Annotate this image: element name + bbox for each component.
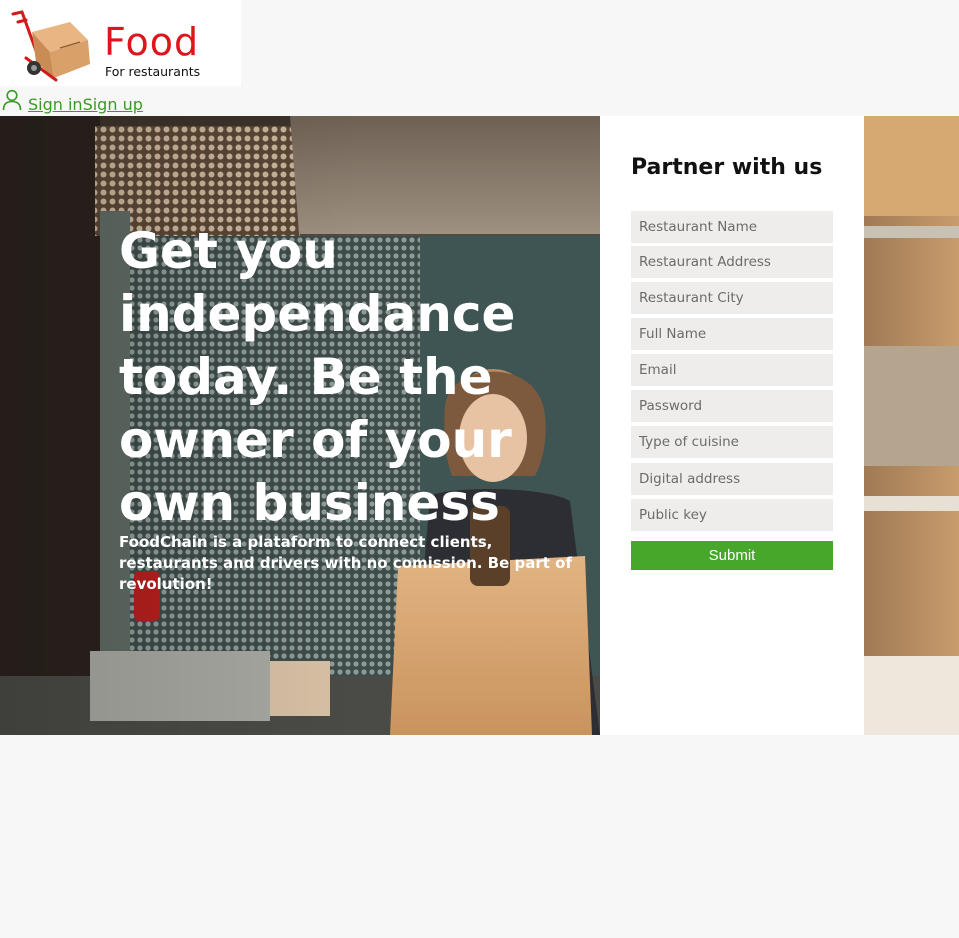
public-key-input[interactable] — [631, 499, 833, 531]
digital-address-input[interactable] — [631, 463, 833, 495]
submit-button[interactable]: Submit — [631, 541, 833, 570]
hero-subtext: FoodChain is a plataform to connect clie… — [119, 533, 572, 593]
logo-tagline: For restaurants — [105, 64, 201, 79]
hero-headline: Get you independance today. Be the owner… — [119, 222, 516, 532]
restaurant-address-input[interactable] — [631, 246, 833, 278]
logo-word: Food — [104, 20, 200, 64]
hand-truck-box-icon — [11, 10, 90, 82]
restaurant-name-input[interactable] — [631, 211, 833, 243]
auth-bar: Sign in Sign up — [0, 89, 143, 115]
sign-up-link[interactable]: Sign up — [83, 95, 143, 115]
restaurant-city-input[interactable] — [631, 282, 833, 314]
email-input[interactable] — [631, 354, 833, 386]
partner-form-panel: Partner with us Submit — [600, 116, 864, 735]
full-name-input[interactable] — [631, 318, 833, 350]
user-icon — [2, 89, 22, 115]
cuisine-type-input[interactable] — [631, 426, 833, 458]
sign-in-link[interactable]: Sign in — [28, 95, 83, 115]
form-title: Partner with us — [631, 155, 823, 180]
password-input[interactable] — [631, 390, 833, 422]
brand-logo[interactable]: Food For restaurants — [0, 0, 241, 86]
